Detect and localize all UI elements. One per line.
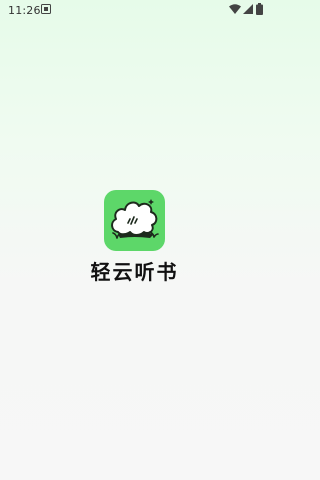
cloud-logo-icon [111, 199, 159, 239]
app-name: 轻云听书 [90, 260, 179, 284]
battery-icon [256, 3, 263, 15]
signal-icon [243, 4, 253, 14]
status-bar: 11:26 [0, 0, 269, 22]
app-logo [104, 190, 165, 251]
notification-box-icon [41, 4, 51, 14]
status-time: 11:26 [8, 4, 41, 17]
wifi-icon [229, 4, 241, 14]
